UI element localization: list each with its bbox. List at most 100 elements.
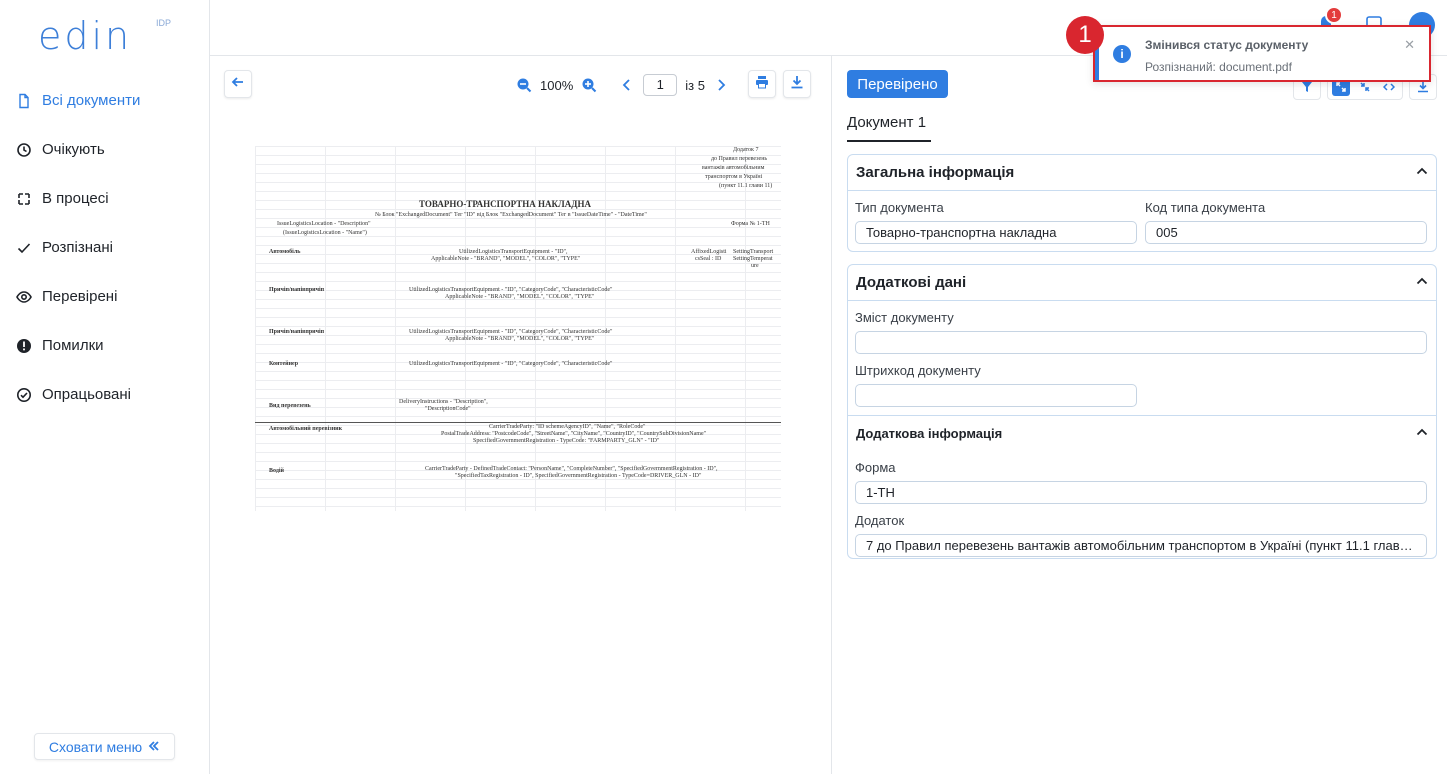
sidebar-nav: Всі документи Очікують В процесі Розпізн… — [0, 76, 209, 419]
doc-type-label: Тип документа — [855, 200, 944, 215]
sidebar: edin IDP Всі документи Очікують В процес… — [0, 0, 210, 774]
back-button[interactable] — [224, 70, 252, 98]
barcode-field[interactable] — [855, 384, 1137, 407]
doc-row-label: Вид перевезень — [269, 403, 311, 409]
status-toast: i Змінився статус документу Розпізнаний:… — [1093, 25, 1431, 82]
chevron-left-icon[interactable] — [619, 77, 635, 93]
printer-icon — [755, 75, 769, 94]
sidebar-item-recognized[interactable]: Розпізнані — [0, 223, 209, 272]
doc-row-text: PostalTradeAddress: "PostcodeCode", "Str… — [441, 431, 707, 437]
general-info-header[interactable]: Загальна інформація — [848, 155, 1436, 191]
print-button[interactable] — [748, 70, 776, 98]
close-icon[interactable]: ✕ — [1404, 37, 1415, 53]
doc-annex: транспортом в Україні — [705, 174, 763, 180]
chevron-up-icon — [1416, 274, 1428, 291]
viewer-toolbar: 100% 1 із 5 — [516, 74, 729, 96]
error-icon — [16, 338, 32, 354]
sub-title: Додаткова інформація — [856, 426, 1003, 441]
doc-line: IssueLogisticsLocation - "Description" — [277, 221, 371, 227]
logo: edin IDP — [38, 14, 171, 58]
sidebar-item-label: Всі документи — [42, 92, 141, 109]
tab-document-1[interactable]: Документ 1 — [847, 114, 926, 131]
doc-row-text: SettingTransport — [733, 249, 774, 255]
doc-row-text: DeliveryInstructions - "Description", — [399, 399, 488, 405]
logo-sup: IDP — [156, 18, 172, 28]
doc-type-code-field[interactable]: 005 — [1145, 221, 1427, 244]
doc-row-text: UtilizedLogisticsTransportEquipment - "I… — [409, 361, 613, 367]
double-chevron-left-icon — [148, 739, 160, 755]
doc-type-field[interactable]: Товарно-транспортна накладна — [855, 221, 1137, 244]
doc-row-text: ure — [751, 263, 759, 269]
doc-annex: до Правил перевезень — [711, 156, 768, 162]
document-page-preview: Додаток 7 до Правил перевезень вантажів … — [255, 146, 781, 511]
sidebar-item-processed[interactable]: Опрацьовані — [0, 370, 209, 419]
doc-row-text: UtilizedLogisticsTransportEquipment - "I… — [459, 249, 568, 255]
doc-row-text: AffixedLogisti — [691, 249, 727, 255]
form-field[interactable]: 1-ТН — [855, 481, 1427, 504]
hide-menu-button[interactable]: Сховати меню — [34, 733, 175, 760]
doc-row-text: csSeal : ID — [695, 256, 722, 262]
doc-annex: Додаток 7 — [733, 147, 759, 153]
arrow-left-icon — [231, 75, 245, 94]
hide-menu-label: Сховати меню — [48, 738, 143, 755]
doc-row-text: ApplicableNote - "BRAND", "MODEL", "COLO… — [445, 336, 595, 342]
zoom-out-icon[interactable] — [516, 77, 532, 93]
doc-annex: вантажів автомобільним — [702, 165, 765, 171]
annex-field[interactable]: 7 до Правил перевезень вантажів автомобі… — [855, 534, 1427, 557]
sidebar-item-label: Перевірені — [42, 288, 118, 305]
chevron-right-icon[interactable] — [713, 77, 729, 93]
doc-row-label: Причіп/напівпричіп — [269, 287, 325, 293]
download-icon — [790, 75, 804, 94]
doc-row-text: CarrierTradeParty - DefinedTradeContact:… — [425, 466, 718, 472]
sidebar-item-errors[interactable]: Помилки — [0, 321, 209, 370]
card-title: Загальна інформація — [856, 164, 1015, 181]
doc-row-text: CarrierTradeParty: "ID schemeAgencyID", … — [489, 424, 646, 430]
check-circle-icon — [16, 387, 32, 403]
doc-row-text: UtilizedLogisticsTransportEquipment - "I… — [409, 329, 613, 335]
sidebar-item-all-documents[interactable]: Всі документи — [0, 76, 209, 125]
sidebar-item-in-process[interactable]: В процесі — [0, 174, 209, 223]
doc-row-text: UtilizedLogisticsTransportEquipment - "I… — [409, 287, 613, 293]
content-field[interactable] — [855, 331, 1427, 354]
doc-line: № Блок "ExchangedDocument" Тег "ID" від … — [375, 212, 647, 218]
document-viewer: 100% 1 із 5 Додаток 7 до Правил перевезе… — [210, 56, 832, 774]
chevron-up-icon — [1416, 426, 1428, 441]
form-label: Форма — [855, 460, 896, 475]
additional-data-header[interactable]: Додаткові дані — [848, 265, 1436, 301]
sidebar-item-label: Помилки — [42, 337, 104, 354]
sidebar-item-verified[interactable]: Перевірені — [0, 272, 209, 321]
chevron-up-icon — [1416, 164, 1428, 181]
annotation-marker: 1 — [1066, 16, 1104, 54]
process-icon — [16, 191, 32, 207]
sidebar-item-waiting[interactable]: Очікують — [0, 125, 209, 174]
page-number-input[interactable]: 1 — [643, 74, 678, 96]
doc-row-label: Водій — [269, 468, 284, 474]
doc-row-text: SettingTemperat — [733, 256, 773, 262]
card-title: Додаткові дані — [856, 274, 967, 291]
doc-annex: (пункт 11.1 глави 11) — [719, 183, 773, 189]
doc-line: (IssueLogisticsLocation - "Name") — [283, 230, 367, 236]
doc-row-text: ApplicableNote - "BRAND", "MODEL", "COLO… — [431, 256, 581, 262]
additional-data-card: Додаткові дані Зміст документу Штрихкод … — [847, 264, 1437, 559]
download-button[interactable] — [783, 70, 811, 98]
extra-info-header[interactable]: Додаткова інформація — [848, 415, 1436, 451]
info-icon: i — [1113, 45, 1131, 63]
zoom-level: 100% — [540, 77, 574, 93]
sidebar-item-label: Розпізнані — [42, 239, 113, 256]
toast-message: Розпізнаний: document.pdf — [1145, 60, 1292, 74]
page-total: із 5 — [685, 77, 705, 93]
doc-row-text: "DescriptionCode" — [425, 406, 471, 412]
doc-row-text: SpecifiedGovernmentRegistration - TypeCo… — [473, 438, 660, 444]
notification-badge: 1 — [1325, 6, 1343, 24]
status-verified-button[interactable]: Перевірено — [847, 70, 948, 98]
doc-type-code-label: Код типа документа — [1145, 200, 1266, 215]
logo-text: edin — [38, 14, 133, 58]
annex-label: Додаток — [855, 513, 905, 528]
content-label: Зміст документу — [855, 310, 954, 325]
clock-icon — [16, 142, 32, 158]
doc-row-label: Автомобіль — [269, 249, 301, 255]
zoom-in-icon[interactable] — [581, 77, 597, 93]
eye-icon — [16, 289, 32, 305]
barcode-label: Штрихкод документу — [855, 363, 981, 378]
doc-row-label: Автомобільний перевізник — [269, 426, 343, 432]
